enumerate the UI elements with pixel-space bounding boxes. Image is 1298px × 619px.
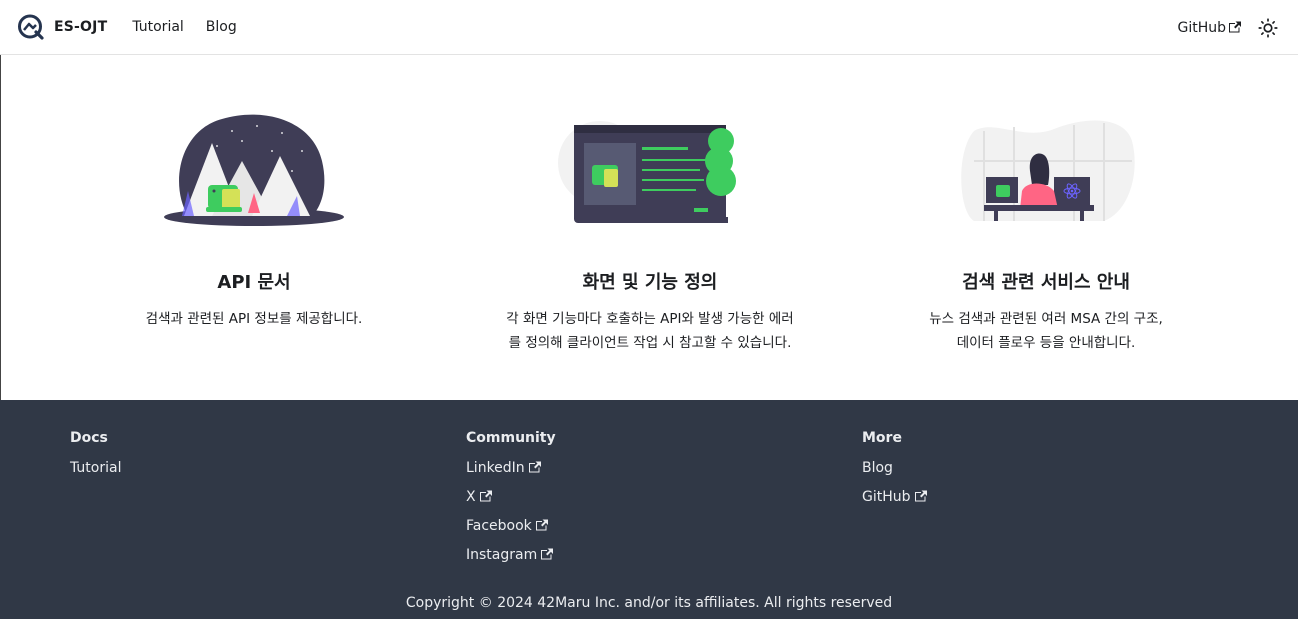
- external-link-icon: [479, 490, 492, 502]
- copyright-text: Copyright © 2024 42Maru Inc. and/or its …: [405, 595, 893, 611]
- footer-link-label: Facebook: [466, 518, 532, 534]
- nav-link-blog[interactable]: Blog: [206, 19, 237, 35]
- footer: Docs Tutorial Community LinkedIn X Faceb…: [0, 400, 1298, 619]
- nav-github-label: GitHub: [1177, 19, 1226, 36]
- footer-link-github[interactable]: GitHub: [862, 487, 927, 516]
- footer-link-linkedin[interactable]: LinkedIn: [466, 458, 556, 487]
- footer-link-label: Instagram: [466, 547, 538, 563]
- footer-column-docs: Docs Tutorial: [70, 430, 121, 487]
- footer-link-tutorial[interactable]: Tutorial: [70, 458, 121, 487]
- footer-link-x[interactable]: X: [466, 487, 556, 516]
- footer-link-label: LinkedIn: [466, 460, 525, 476]
- footer-link-label: Blog: [862, 460, 893, 476]
- external-link-icon: [535, 519, 548, 531]
- theme-toggle-button[interactable]: [1255, 15, 1281, 41]
- footer-column-title: More: [862, 430, 902, 446]
- feature-title: API 문서: [217, 272, 291, 293]
- sun-icon: [1258, 17, 1278, 38]
- nav-link-tutorial[interactable]: Tutorial: [132, 19, 183, 35]
- footer-column-title: Community: [466, 430, 556, 446]
- feature-title: 검색 관련 서비스 안내: [962, 272, 1130, 293]
- brand-link[interactable]: ES-OJT: [17, 13, 107, 41]
- person-monitors-react-illustration: [961, 120, 1135, 221]
- feature-description-line: 뉴스 검색과 관련된 여러 MSA 간의 구조,: [929, 311, 1163, 327]
- feature-description-line: 검색과 관련된 API 정보를 제공합니다.: [145, 311, 363, 327]
- feature-description-line: 각 화면 기능마다 호출하는 API와 발생 가능한 에러: [506, 311, 794, 327]
- feature-description: 검색과 관련된 API 정보를 제공합니다.: [146, 307, 363, 331]
- feature-description: 뉴스 검색과 관련된 여러 MSA 간의 구조, 데이터 플로우 등을 안내합니…: [929, 307, 1163, 355]
- footer-link-instagram[interactable]: Instagram: [466, 545, 556, 574]
- brand-title: ES-OJT: [54, 19, 108, 35]
- external-link-icon: [914, 490, 927, 502]
- footer-link-label: GitHub: [862, 489, 911, 505]
- navbar-right: GitHub: [1177, 0, 1281, 55]
- nav-link-github[interactable]: GitHub: [1177, 20, 1241, 36]
- feature-title: 화면 및 기능 정의: [582, 272, 718, 293]
- external-link-icon: [1229, 21, 1241, 32]
- external-link-icon: [541, 548, 554, 560]
- feature-description-line: 데이터 플로우 등을 안내합니다.: [956, 335, 1136, 351]
- navbar: ES-OJT Tutorial Blog GitHub: [0, 0, 1298, 55]
- footer-column-more: More Blog GitHub: [862, 430, 927, 516]
- footer-link-label: Tutorial: [70, 460, 122, 476]
- footer-link-label: X: [466, 489, 476, 505]
- footer-column-community: Community LinkedIn X Facebook Instagram: [466, 430, 556, 574]
- feature-description-line: 를 정의해 클라이언트 작업 시 참고할 수 있습니다.: [508, 335, 792, 351]
- mountain-dinosaur-illustration: [164, 114, 344, 226]
- features-section: API 문서 검색과 관련된 API 정보를 제공합니다. 화면 및 기능 정의: [0, 55, 1298, 400]
- es-ojt-logo-icon: [18, 14, 44, 40]
- footer-column-title: Docs: [70, 430, 108, 446]
- browser-dinosaur-tree-illustration: [558, 121, 736, 223]
- external-link-icon: [528, 461, 541, 473]
- footer-link-blog[interactable]: Blog: [862, 458, 927, 487]
- navbar-links: Tutorial Blog: [132, 19, 236, 35]
- feature-description: 각 화면 기능마다 호출하는 API와 발생 가능한 에러 를 정의해 클라이언…: [506, 307, 793, 355]
- footer-link-facebook[interactable]: Facebook: [466, 516, 556, 545]
